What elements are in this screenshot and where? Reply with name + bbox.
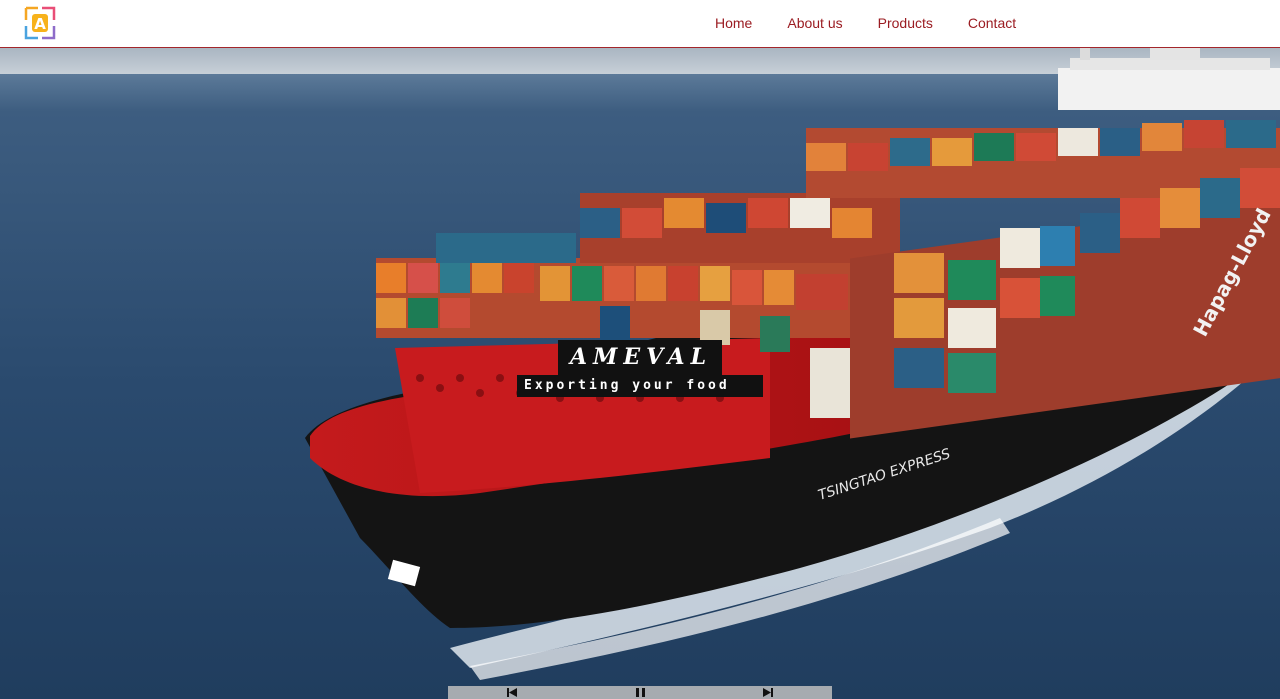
main-nav: Home About us Products Contact [715, 0, 1051, 46]
skip-previous-icon[interactable] [506, 688, 518, 698]
site-header: A Home About us Products Contact [0, 0, 1280, 48]
hero-title-block: AMEVAL Exporting your food [0, 340, 1280, 397]
nav-about-link[interactable]: About us [787, 15, 842, 31]
nav-contact-link[interactable]: Contact [968, 15, 1016, 31]
logo-letter: A [34, 15, 46, 33]
slider-controls [448, 686, 832, 699]
hero-tagline: Exporting your food [517, 375, 763, 397]
nav-home-link[interactable]: Home [715, 15, 752, 31]
brand-logo-icon[interactable]: A [24, 6, 56, 40]
hero-slider: TSINGTAO EXPRESS Hapag-Lloyd AMEVAL Expo… [0, 48, 1280, 699]
pause-icon[interactable] [634, 688, 646, 698]
skip-next-icon[interactable] [762, 688, 774, 698]
nav-products-link[interactable]: Products [878, 15, 933, 31]
hero-brand-title: AMEVAL [557, 340, 723, 375]
